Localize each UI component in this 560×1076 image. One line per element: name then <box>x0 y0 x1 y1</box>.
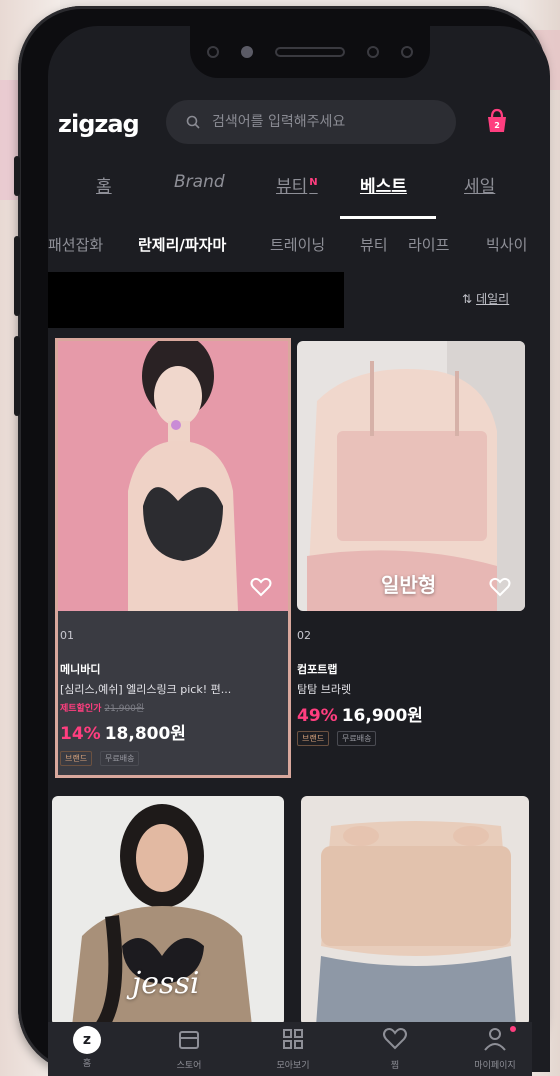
brand-tag: 브랜드 <box>297 731 330 746</box>
nav-collection[interactable]: 모아보기 <box>258 1026 328 1071</box>
product-name[interactable]: [심리스,예쉬] 엘리스링크 pick! 편... <box>60 681 286 697</box>
category-bar: 패션잡화 란제리/파자마 트레이닝 뷰티 라이프 빅사이 <box>48 234 550 264</box>
nav-store-label: 스토어 <box>176 1061 202 1071</box>
product-card[interactable]: 01 메니바디 [심리스,예쉬] 엘리스링크 pick! 편... 제트할인가 2… <box>58 341 288 775</box>
product-image <box>58 341 288 611</box>
product-card[interactable]: 일반형 02 컴포트랩 탐탐 브라렛 49% 16,900원 브랜드 무료배송 <box>297 341 525 761</box>
category-life[interactable]: 라이프 <box>408 234 449 255</box>
search-icon <box>186 115 200 129</box>
promo-label: 제트할인가 <box>60 704 102 714</box>
category-lingerie[interactable]: 란제리/파자마 <box>138 234 226 255</box>
original-price: 21,900원 <box>104 704 145 714</box>
nav-mypage[interactable]: 마이페이지 <box>460 1026 530 1071</box>
person-icon <box>484 1028 506 1051</box>
category-big-size[interactable]: 빅사이 <box>486 234 527 255</box>
product-image <box>301 796 529 1026</box>
phone-notch <box>190 26 430 78</box>
tab-brand[interactable]: Brand <box>174 172 225 192</box>
sort-button[interactable]: ⇅ 데일리 <box>462 290 509 307</box>
bottom-navigation: z 홈 스토어 모아보기 찜 마이페이지 <box>48 1022 532 1076</box>
nav-store[interactable]: 스토어 <box>154 1026 224 1071</box>
svg-text:2: 2 <box>494 121 500 130</box>
redacted-block <box>48 272 344 328</box>
free-shipping-tag: 무료배송 <box>337 731 377 746</box>
tab-sale[interactable]: 세일 <box>464 172 495 197</box>
search-input[interactable] <box>210 113 434 131</box>
phone-side-button <box>14 156 20 196</box>
nav-home[interactable]: z 홈 <box>52 1026 122 1069</box>
image-overlay-label: jessi <box>132 966 200 1001</box>
discount-rate: 49% <box>297 706 338 726</box>
category-fashion-goods[interactable]: 패션잡화 <box>48 234 103 255</box>
store-name[interactable]: 메니바디 <box>60 661 100 677</box>
rank-number: 02 <box>297 629 311 642</box>
store-name[interactable]: 컴포트랩 <box>297 661 337 677</box>
notification-dot <box>510 1026 516 1032</box>
nav-wishlist[interactable]: 찜 <box>360 1026 430 1071</box>
nav-collection-label: 모아보기 <box>276 1061 310 1071</box>
category-training[interactable]: 트레이닝 <box>270 234 325 255</box>
sale-price: 16,900원 <box>341 706 423 726</box>
category-beauty[interactable]: 뷰티 <box>360 234 388 255</box>
sensor-icon <box>367 46 379 58</box>
speaker-icon <box>275 47 345 57</box>
new-badge: N <box>309 177 318 189</box>
tab-beauty-label: 뷰티 <box>276 177 308 197</box>
search-bar[interactable] <box>166 100 456 144</box>
product-card[interactable] <box>301 796 529 1026</box>
free-shipping-tag: 무료배송 <box>100 751 140 766</box>
product-card[interactable]: jessi <box>52 796 284 1026</box>
price-row: 14% 18,800원 <box>60 719 186 744</box>
main-tab-bar: 홈 Brand 뷰티 N 베스트 세일 <box>48 172 502 222</box>
price-row: 49% 16,900원 <box>297 701 423 726</box>
sort-icon: ⇅ <box>462 292 473 306</box>
sale-price: 18,800원 <box>104 724 186 744</box>
brand-tag: 브랜드 <box>60 751 93 766</box>
promo-price-row: 제트할인가 21,900원 <box>60 701 144 714</box>
rank-number: 01 <box>60 629 74 642</box>
phone-volume-up-button <box>14 236 20 316</box>
app-header: zigzag 2 <box>48 100 506 160</box>
heart-icon <box>383 1028 407 1050</box>
app-logo[interactable]: zigzag <box>58 110 140 138</box>
wishlist-heart-icon[interactable] <box>250 577 272 601</box>
active-tab-indicator <box>340 216 436 219</box>
sensor-icon <box>401 46 413 58</box>
tab-best[interactable]: 베스트 <box>360 172 407 197</box>
product-name[interactable]: 탐탐 브라렛 <box>297 681 523 697</box>
nav-wishlist-label: 찜 <box>390 1061 400 1071</box>
nav-mypage-label: 마이페이지 <box>474 1061 516 1071</box>
camera-dot-icon <box>241 46 253 58</box>
tab-home[interactable]: 홈 <box>96 172 112 197</box>
camera-ring-icon <box>207 46 219 58</box>
wishlist-heart-icon[interactable] <box>489 577 511 601</box>
home-z-icon: z <box>73 1026 101 1054</box>
grid-icon <box>283 1029 303 1049</box>
nav-home-label: 홈 <box>82 1059 92 1069</box>
shopping-bag-icon[interactable]: 2 <box>482 106 514 138</box>
discount-rate: 14% <box>60 724 101 744</box>
image-overlay-label: 일반형 <box>381 573 437 597</box>
store-icon <box>179 1031 199 1049</box>
tab-beauty[interactable]: 뷰티 N <box>276 172 318 197</box>
sort-label: 데일리 <box>476 292 510 306</box>
phone-volume-down-button <box>14 336 20 416</box>
